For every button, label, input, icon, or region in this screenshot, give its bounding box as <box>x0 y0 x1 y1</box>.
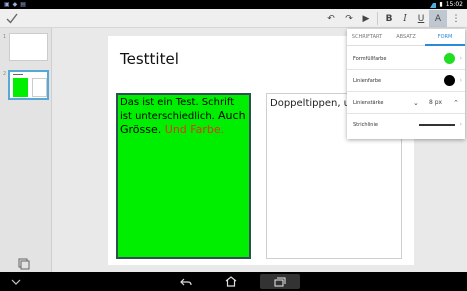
tab-shape[interactable]: FORM <box>425 29 465 46</box>
navigation-bar <box>0 272 467 291</box>
keyboard-hide-icon[interactable] <box>8 274 24 289</box>
home-icon[interactable] <box>221 274 241 289</box>
format-tabs: SCHRIFTART ABSATZ FORM <box>347 29 465 46</box>
line-width-decrease-icon[interactable]: ⌄ <box>413 92 419 114</box>
underline-button[interactable]: U <box>412 10 430 27</box>
app-notification-icon: ◆ <box>12 1 18 8</box>
thumb-title-line <box>13 74 23 75</box>
dash-style-preview <box>419 124 455 126</box>
dash-style-row[interactable]: Strichlinie › <box>347 114 465 136</box>
redo-button[interactable]: ↷ <box>340 10 358 27</box>
line-color-row[interactable]: Linienfarbe › <box>347 70 465 92</box>
green-rectangle-shape[interactable]: Das ist ein Test. Schrift ist unterschie… <box>116 93 251 259</box>
slide-thumbnail[interactable] <box>9 33 48 61</box>
line-color-swatch[interactable] <box>444 75 455 86</box>
italic-icon: I <box>403 13 407 24</box>
action-bar: ↶ ↷ ▶ B I U A ⋮ <box>0 9 467 28</box>
notification-icons: ▣ ◆ ▤ <box>4 0 26 9</box>
shape-text-red: Und Farbe. <box>164 123 225 136</box>
slide-title[interactable]: Testtitel <box>120 50 179 68</box>
thumb-green-shape <box>13 78 28 97</box>
undo-icon: ↶ <box>327 13 335 24</box>
line-color-label: Linienfarbe <box>353 78 382 84</box>
dash-style-label: Strichlinie <box>353 122 378 128</box>
line-width-increase-icon[interactable]: ⌃ <box>453 92 459 114</box>
fill-color-label: Formfüllfarbe <box>353 56 387 62</box>
tab-paragraph[interactable]: ABSATZ <box>387 29 425 46</box>
chevron-right-icon: › <box>459 121 462 128</box>
format-button[interactable]: A <box>429 10 447 27</box>
toolbar-divider <box>377 12 378 25</box>
shape-text[interactable]: Das ist ein Test. Schrift ist unterschie… <box>120 96 247 137</box>
slide-number: 2 <box>3 71 7 77</box>
overflow-icon: ⋮ <box>451 13 461 24</box>
format-panel: SCHRIFTART ABSATZ FORM Formfüllfarbe › L… <box>347 29 465 139</box>
play-icon: ▶ <box>362 13 370 24</box>
slide-panel: 1 2 <box>0 28 52 272</box>
status-right: ▮ 15:02 <box>430 0 463 9</box>
status-bar: ▣ ◆ ▤ ▮ 15:02 <box>0 0 467 9</box>
fill-color-swatch[interactable] <box>444 53 455 64</box>
cast-notification-icon: ▤ <box>20 1 26 8</box>
fill-color-row[interactable]: Formfüllfarbe › <box>347 48 465 70</box>
wifi-icon <box>430 3 437 8</box>
chevron-right-icon: › <box>459 55 462 62</box>
slide-number: 1 <box>3 34 7 40</box>
chevron-right-icon: › <box>459 77 462 84</box>
underline-icon: U <box>417 13 425 24</box>
battery-icon: ▮ <box>439 1 443 8</box>
image-notification-icon: ▣ <box>4 1 10 8</box>
slide-thumbnail-selected[interactable] <box>8 70 49 100</box>
redo-icon: ↷ <box>345 13 353 24</box>
clock: 15:02 <box>445 1 463 8</box>
line-width-value: 8 px <box>429 99 443 106</box>
app-screen: ▣ ◆ ▤ ▮ 15:02 ↶ ↷ ▶ B I U A ⋮ 1 2 Testti… <box>0 0 467 291</box>
done-checkmark-icon[interactable] <box>5 10 19 26</box>
play-button[interactable]: ▶ <box>357 10 375 27</box>
overflow-menu-button[interactable]: ⋮ <box>447 10 465 27</box>
thumb-textbox <box>32 78 47 97</box>
recent-apps-button[interactable] <box>260 274 300 289</box>
bold-icon: B <box>385 13 393 24</box>
back-icon[interactable] <box>176 274 196 289</box>
format-text-icon: A <box>434 13 442 24</box>
line-width-row: Linienstärke ⌄ 8 px ⌃ <box>347 92 465 114</box>
tab-font[interactable]: SCHRIFTART <box>347 29 387 46</box>
undo-button[interactable]: ↶ <box>322 10 340 27</box>
line-width-label: Linienstärke <box>353 100 384 106</box>
add-slide-icon[interactable] <box>18 258 30 270</box>
